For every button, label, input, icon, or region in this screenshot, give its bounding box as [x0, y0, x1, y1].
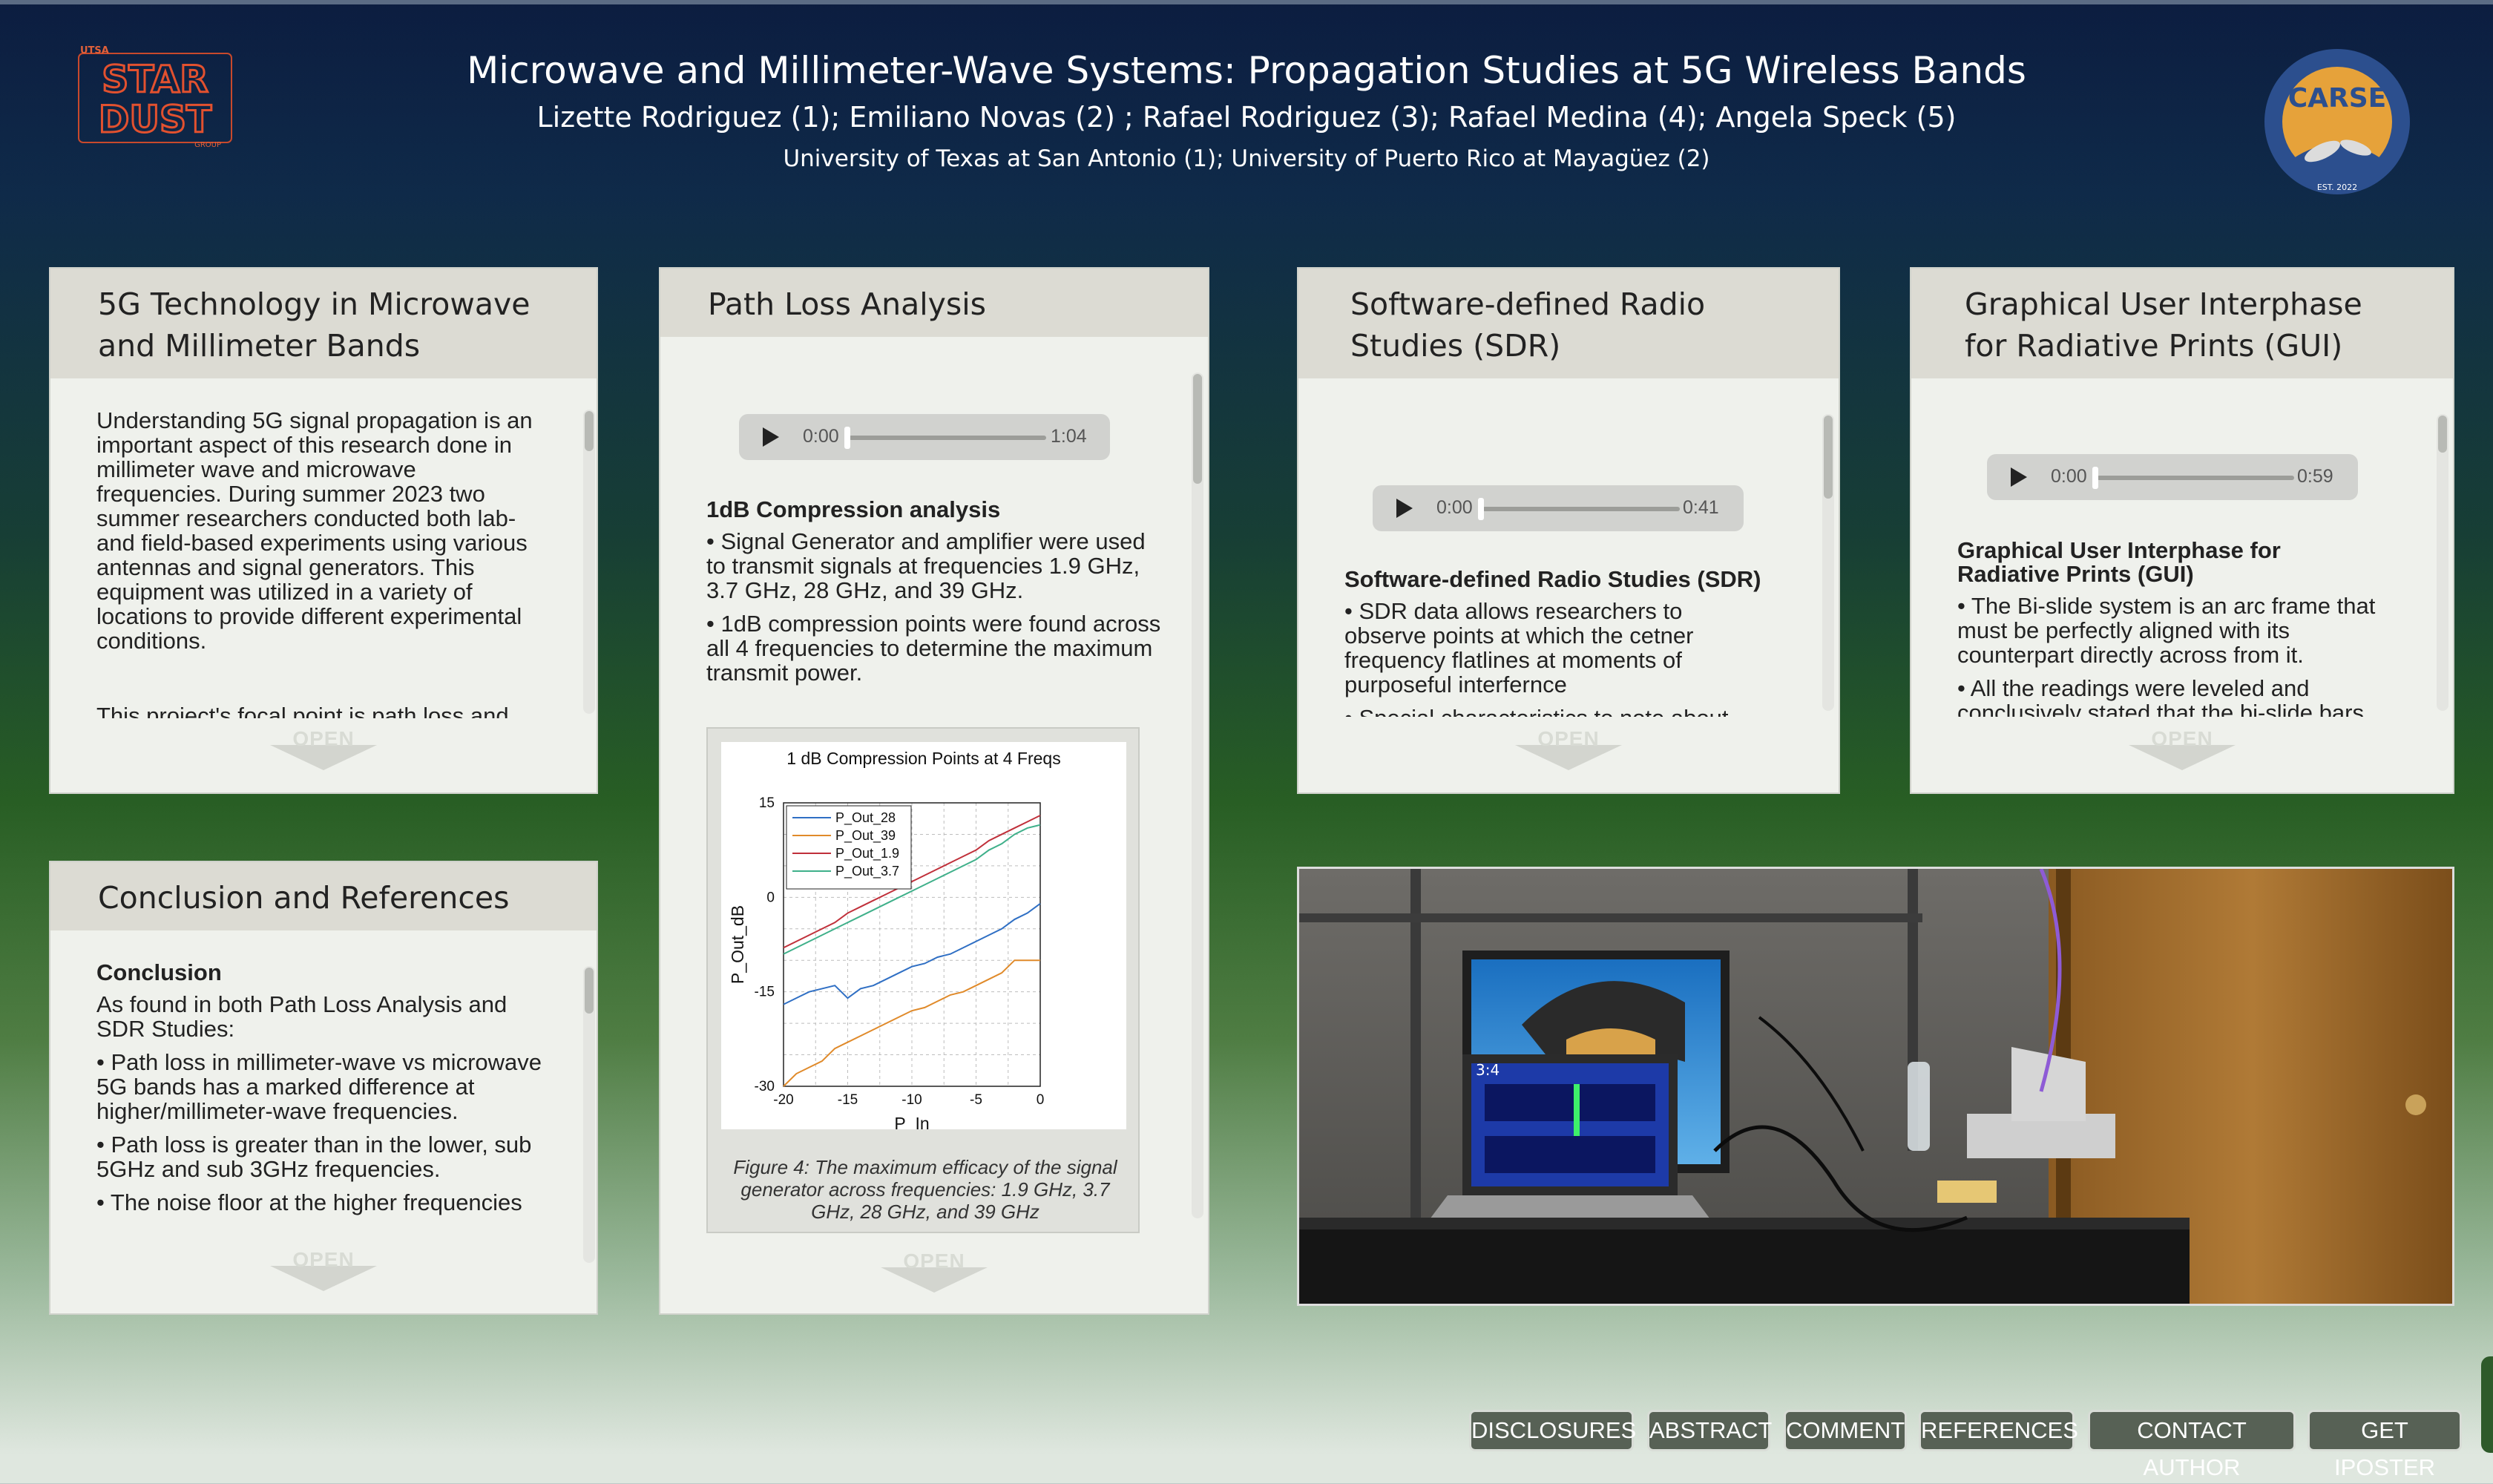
panel-title: Conclusion and References [50, 862, 597, 930]
svg-text:GROUP: GROUP [194, 141, 221, 149]
y-tick-label: 15 [759, 795, 775, 811]
audio-player[interactable]: 0:00 0:59 [1987, 454, 2358, 500]
get-iposter-button[interactable]: GET IPOSTER [2308, 1410, 2462, 1480]
svg-text:UTSA: UTSA [80, 46, 109, 56]
bullet: • Path loss in millimeter-wave vs microw… [96, 1049, 542, 1124]
panel-content: 1dB Compression analysis • Signal Genera… [706, 497, 1163, 705]
audio-player[interactable]: 0:00 1:04 [739, 414, 1110, 460]
x-tick-label: -20 [773, 1092, 793, 1108]
svg-text:CARSE: CARSE [2288, 83, 2387, 114]
play-icon[interactable] [2011, 467, 2027, 487]
audio-current-time: 0:00 [1436, 497, 1473, 518]
svg-text:EST. 2022: EST. 2022 [2317, 183, 2357, 192]
y-tick-label: -30 [755, 1079, 775, 1094]
scrollbar[interactable] [583, 966, 595, 1263]
lab-photo: 3:4 [1299, 869, 2452, 1304]
legend-entry: P_Out_28 [835, 810, 896, 826]
bullet: • All the readings were leveled and conc… [1957, 675, 2364, 717]
legend-entry: P_Out_39 [835, 828, 896, 844]
bullet: • The Bi-slide system is an arc frame th… [1957, 593, 2376, 668]
x-tick-label: -15 [838, 1092, 858, 1108]
panel-title: Path Loss Analysis [660, 269, 1208, 337]
panel-content: Software-defined Radio Studies (SDR) • S… [1344, 567, 1764, 717]
y-tick-label: -15 [755, 985, 775, 1000]
disclosures-button[interactable]: DISCLOSURES [1469, 1410, 1636, 1451]
figure-compression-chart: 1 dB Compression Points at 4 Freqs -20 -15… [706, 727, 1140, 1233]
svg-text:3:4: 3:4 [1476, 1061, 1500, 1079]
abstract-button[interactable]: ABSTRACT [1647, 1410, 1772, 1451]
x-tick-label: -5 [970, 1092, 982, 1108]
audio-current-time: 0:00 [803, 426, 839, 447]
audio-progress[interactable] [1482, 507, 1680, 511]
audio-current-time: 0:00 [2051, 466, 2087, 487]
poster-title: Microwave and Millimeter-Wave Systems: P… [467, 49, 2026, 92]
scrollbar[interactable] [1192, 372, 1203, 1218]
panel-title: Software-defined Radio Studies (SDR) [1298, 269, 1839, 378]
bullet: • Special characteristics to note about … [1344, 706, 1764, 717]
audio-duration: 0:59 [2297, 466, 2333, 487]
panel-title: Graphical User Interphase for Radiative … [1911, 269, 2453, 378]
chart-title: 1 dB Compression Points at 4 Freqs [786, 749, 1060, 768]
affiliations: University of Texas at San Antonio (1); … [783, 145, 1710, 172]
x-tick-label: 0 [1037, 1092, 1045, 1108]
svg-text:DUST: DUST [99, 98, 211, 141]
panel-gui[interactable]: Graphical User Interphase for Radiative … [1910, 267, 2454, 794]
paragraph: Understanding 5G signal propagation is a… [96, 408, 533, 654]
audio-player[interactable]: 0:00 0:41 [1373, 485, 1744, 531]
legend-entry: P_Out_1.9 [835, 846, 899, 861]
section-heading: Graphical User Interphase for Radiative … [1957, 539, 2281, 587]
section-heading: 1dB Compression analysis [706, 497, 1001, 522]
open-button[interactable]: OPEN [264, 1248, 383, 1291]
top-border [0, 0, 2493, 4]
scrollbar[interactable] [2437, 414, 2448, 711]
comment-button[interactable]: COMMENT [1784, 1410, 1907, 1451]
play-icon[interactable] [763, 427, 779, 447]
scrollbar[interactable] [1822, 414, 1834, 711]
scrollbar[interactable] [583, 410, 595, 714]
open-button[interactable]: OPEN [264, 727, 383, 770]
audio-seek-handle[interactable] [2092, 467, 2098, 489]
stardust-logo: UTSA STAR DUST GROUP [78, 46, 232, 149]
panel-5g-technology[interactable]: 5G Technology in Microwave and Millimete… [49, 267, 598, 794]
x-axis-label: P_In [894, 1114, 929, 1129]
open-button[interactable]: OPEN [2123, 727, 2241, 770]
side-tab[interactable] [2481, 1356, 2493, 1453]
x-tick-label: -10 [901, 1092, 922, 1108]
audio-progress[interactable] [2097, 476, 2294, 480]
chart-area: 1 dB Compression Points at 4 Freqs -20 -15… [721, 742, 1126, 1133]
svg-text:STAR: STAR [102, 58, 208, 101]
section-heading: Software-defined Radio Studies (SDR) [1344, 567, 1761, 592]
legend-entry: P_Out_3.7 [835, 864, 899, 879]
panel-sdr[interactable]: Software-defined Radio Studies (SDR) 0:0… [1297, 267, 1840, 794]
audio-seek-handle[interactable] [844, 427, 850, 449]
open-button[interactable]: OPEN [875, 1250, 993, 1293]
figure-caption: Figure 4: The maximum efficacy of the si… [733, 1156, 1117, 1223]
panel-conclusion[interactable]: Conclusion and References Conclusion As … [49, 861, 598, 1315]
panel-title: 5G Technology in Microwave and Millimete… [50, 269, 597, 378]
panel-content: Understanding 5G signal propagation is a… [96, 408, 545, 718]
carse-logo: CARSE EST. 2022 [2264, 49, 2410, 194]
audio-duration: 1:04 [1051, 426, 1087, 447]
audio-duration: 0:41 [1683, 497, 1719, 518]
line-chart: 1 dB Compression Points at 4 Freqs -20 -15… [728, 749, 1061, 1133]
play-icon[interactable] [1396, 499, 1413, 518]
lab-setup-video[interactable]: 3:4 [1297, 867, 2454, 1306]
bullet: • The noise floor at the higher frequenc… [96, 1189, 522, 1215]
contact-author-button[interactable]: CONTACT AUTHOR [2088, 1410, 2296, 1480]
paragraph: As found in both Path Loss Analysis and … [96, 991, 508, 1042]
paragraph: This project's focal point is path loss … [96, 703, 509, 718]
references-button[interactable]: REFERENCES [1919, 1410, 2078, 1451]
y-tick-label: 0 [766, 890, 775, 905]
y-axis-label: P_Out_dB [728, 905, 747, 984]
bullet: • SDR data allows researchers to observe… [1344, 598, 1694, 697]
bullet: • 1dB compression points were found acro… [706, 611, 1161, 686]
audio-seek-handle[interactable] [1478, 498, 1484, 520]
audio-progress[interactable] [849, 436, 1046, 440]
section-heading: Conclusion [96, 960, 222, 985]
bullet: • Signal Generator and amplifier were us… [706, 528, 1146, 603]
bullet: • Path loss is greater than in the lower… [96, 1132, 532, 1182]
open-button[interactable]: OPEN [1509, 727, 1628, 770]
panel-content: Graphical User Interphase for Radiative … [1957, 539, 2389, 717]
authors: Lizette Rodriguez (1); Emiliano Novas (2… [536, 101, 1957, 134]
